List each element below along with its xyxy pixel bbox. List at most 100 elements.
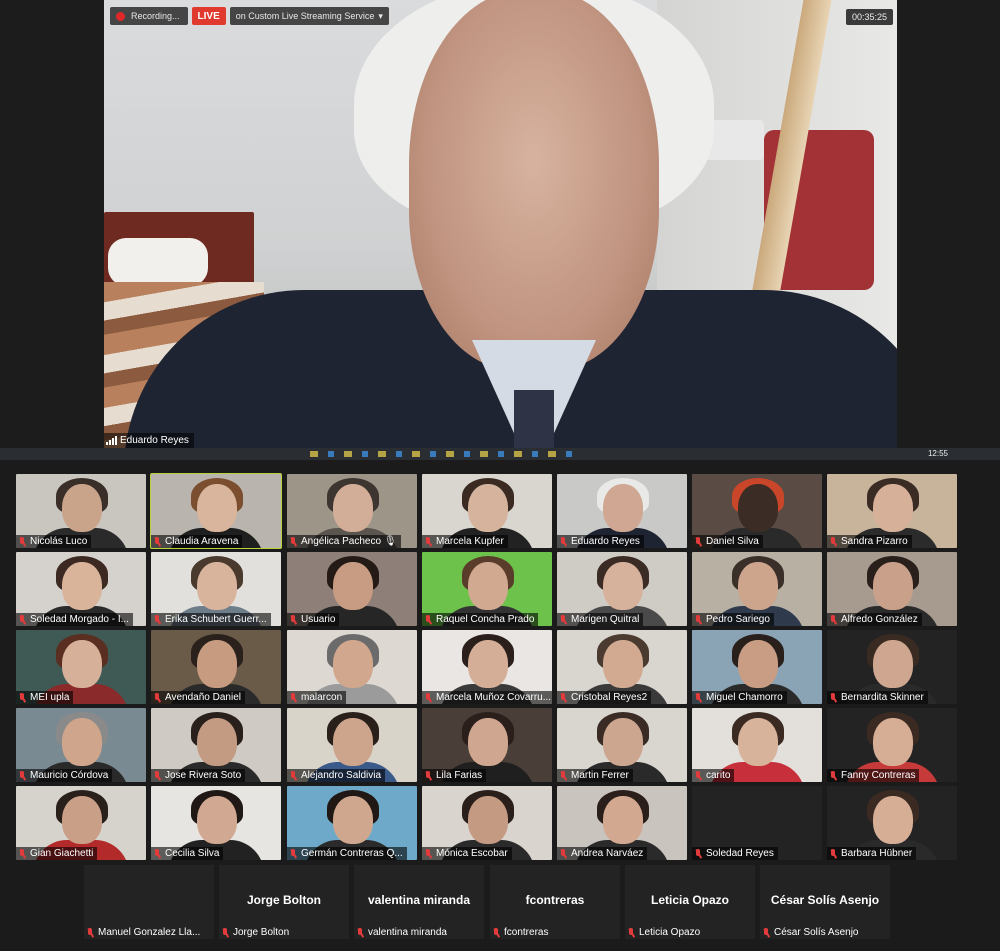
participant-tile[interactable]: Nicolás Luco bbox=[16, 474, 146, 548]
participant-face bbox=[603, 796, 643, 844]
mic-muted-icon bbox=[424, 536, 433, 547]
participant-tile[interactable]: Claudia Aravena bbox=[150, 473, 282, 549]
participant-name: Alejandro Saldivia bbox=[301, 770, 382, 781]
participant-face bbox=[468, 718, 508, 766]
participant-name: Usuario bbox=[301, 614, 336, 625]
mic-muted-icon bbox=[424, 848, 433, 859]
participant-tile[interactable]: Gian Giachetti bbox=[16, 786, 146, 860]
participant-name-label: Eduardo Reyes bbox=[557, 535, 644, 548]
participant-tile-no-video[interactable]: Jorge Bolton Jorge Bolton bbox=[219, 865, 349, 939]
mic-muted-icon bbox=[289, 536, 298, 547]
participant-tile[interactable]: Fanny Contreras bbox=[827, 708, 957, 782]
participant-display-name: fcontreras bbox=[525, 893, 585, 907]
mic-muted-icon bbox=[18, 848, 27, 859]
participant-tile[interactable]: malarcon bbox=[287, 630, 417, 704]
participant-name-label: Soledad Morgado - I... bbox=[16, 613, 133, 626]
participant-tile[interactable]: Usuario bbox=[287, 552, 417, 626]
participant-name: Martin Ferrer bbox=[571, 770, 629, 781]
participant-tile[interactable]: Daniel Silva bbox=[692, 474, 822, 548]
participant-face bbox=[62, 718, 102, 766]
participant-tile-no-video[interactable]: valentina miranda valentina miranda bbox=[354, 865, 484, 939]
participant-name: César Solís Asenjo bbox=[774, 927, 859, 938]
participant-name-label: Fanny Contreras bbox=[827, 769, 920, 782]
participant-tile-no-video[interactable]: Manuel Gonzalez Lla... bbox=[84, 865, 214, 939]
participant-name-label: Nicolás Luco bbox=[16, 535, 92, 548]
participant-tile[interactable]: Angélica Pacheco 🎙 bbox=[287, 474, 417, 548]
participant-name-label: Lila Farias bbox=[422, 769, 487, 782]
participant-face bbox=[62, 640, 102, 688]
recording-indicator[interactable]: Recording... bbox=[110, 7, 188, 25]
participant-tile[interactable]: Cristobal Reyes2 bbox=[557, 630, 687, 704]
participant-tile[interactable]: Marcela Kupfer bbox=[422, 474, 552, 548]
participant-face bbox=[603, 484, 643, 532]
participant-name: Leticia Opazo bbox=[639, 927, 701, 938]
participant-name-label: Usuario bbox=[287, 613, 340, 626]
participant-tile[interactable]: Cecilia Silva bbox=[151, 786, 281, 860]
participant-tile-no-video[interactable]: César Solís Asenjo César Solís Asenjo bbox=[760, 865, 890, 939]
participant-tile[interactable]: Alejandro Saldivia bbox=[287, 708, 417, 782]
participant-name: Andrea Narváez bbox=[571, 848, 644, 859]
participant-name-label: Alfredo González bbox=[827, 613, 922, 626]
mic-muted-icon bbox=[289, 614, 298, 625]
taskbar-icons[interactable] bbox=[310, 451, 580, 457]
participant-tile[interactable]: Andrea Narváez bbox=[557, 786, 687, 860]
participant-tile[interactable]: Martin Ferrer bbox=[557, 708, 687, 782]
mic-muted-icon bbox=[829, 614, 838, 625]
participant-face bbox=[62, 796, 102, 844]
participant-name: Nicolás Luco bbox=[30, 536, 88, 547]
participant-name-label: Alejandro Saldivia bbox=[287, 769, 386, 782]
participant-tile-no-video[interactable]: fcontreras fcontreras bbox=[490, 865, 620, 939]
mic-muted-icon bbox=[153, 536, 162, 547]
participant-name-label: Gian Giachetti bbox=[16, 847, 98, 860]
mic-muted-icon bbox=[221, 927, 230, 938]
mic-muted-icon bbox=[289, 770, 298, 781]
participant-face bbox=[197, 796, 237, 844]
mic-muted-icon bbox=[559, 848, 568, 859]
participant-tile[interactable]: Jose Rivera Soto bbox=[151, 708, 281, 782]
mic-muted-icon bbox=[627, 927, 636, 938]
participant-tile[interactable]: Raquel Concha Prado bbox=[422, 552, 552, 626]
speaker-name-label: Eduardo Reyes bbox=[104, 433, 194, 448]
participant-tile[interactable]: Marigen Quitral bbox=[557, 552, 687, 626]
participant-name: Bernardita Skinner bbox=[841, 692, 924, 703]
mic-muted-icon bbox=[694, 692, 703, 703]
participant-name: carito bbox=[706, 770, 731, 781]
participant-name-label: Sandra Pizarro bbox=[827, 535, 912, 548]
signal-icon bbox=[106, 436, 117, 445]
active-speaker-video[interactable]: Eduardo Reyes bbox=[104, 0, 897, 448]
participant-tile[interactable]: Bernardita Skinner bbox=[827, 630, 957, 704]
participant-face bbox=[603, 718, 643, 766]
participant-name: Pedro Sariego bbox=[706, 614, 770, 625]
participant-tile[interactable]: Miguel Chamorro bbox=[692, 630, 822, 704]
speaker-name: Eduardo Reyes bbox=[120, 435, 189, 446]
participant-tile[interactable]: Lila Farias bbox=[422, 708, 552, 782]
participant-tile[interactable]: Pedro Sariego bbox=[692, 552, 822, 626]
participant-tile[interactable]: Barbara Hübner bbox=[827, 786, 957, 860]
mic-muted-icon bbox=[829, 536, 838, 547]
participant-tile[interactable]: Soledad Reyes bbox=[692, 786, 822, 860]
participant-tile[interactable]: Alfredo González bbox=[827, 552, 957, 626]
participant-tile[interactable]: Sandra Pizarro bbox=[827, 474, 957, 548]
participant-tile[interactable]: Soledad Morgado - I... bbox=[16, 552, 146, 626]
participant-tile[interactable]: Eduardo Reyes bbox=[557, 474, 687, 548]
streaming-service-menu[interactable]: on Custom Live Streaming Service ▾ bbox=[229, 7, 389, 25]
os-taskbar: 12:55 bbox=[0, 448, 1000, 460]
participant-tile[interactable]: Avendaño Daniel bbox=[151, 630, 281, 704]
participant-name: Eduardo Reyes bbox=[571, 536, 640, 547]
participant-face bbox=[197, 718, 237, 766]
participant-tile[interactable]: MEI upla bbox=[16, 630, 146, 704]
participant-tile[interactable]: Marcela Muñoz Covarru... bbox=[422, 630, 552, 704]
participant-name: Germán Contreras Q... bbox=[301, 848, 403, 859]
participant-tile[interactable]: Erika Schubert Guerr... bbox=[151, 552, 281, 626]
mic-muted-icon bbox=[356, 927, 365, 938]
participant-name: Marigen Quitral bbox=[571, 614, 640, 625]
participant-tile-no-video[interactable]: Leticia Opazo Leticia Opazo bbox=[625, 865, 755, 939]
participant-tile[interactable]: Germán Contreras Q... bbox=[287, 786, 417, 860]
participant-tile[interactable]: Mónica Escobar bbox=[422, 786, 552, 860]
mic-muted-icon bbox=[694, 770, 703, 781]
participant-face bbox=[873, 640, 913, 688]
participant-face bbox=[333, 718, 373, 766]
participant-tile[interactable]: Mauricio Córdova bbox=[16, 708, 146, 782]
participant-tile[interactable]: carito bbox=[692, 708, 822, 782]
participant-name-label: Cecilia Silva bbox=[151, 847, 224, 860]
